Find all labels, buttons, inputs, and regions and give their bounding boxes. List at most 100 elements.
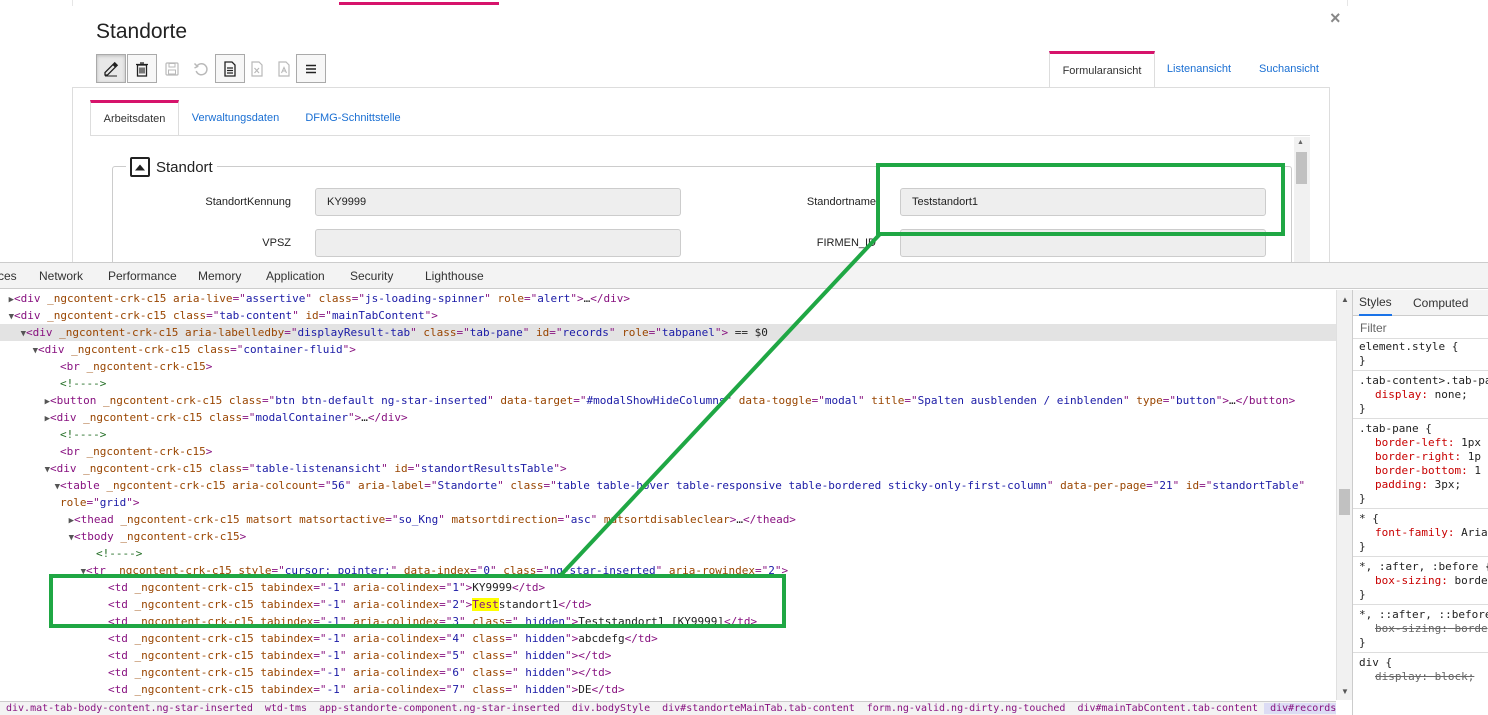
tab-verwaltungsdaten[interactable]: Verwaltungsdaten xyxy=(184,100,287,135)
breadcrumb-item[interactable]: div#standorteMainTab.tab-content xyxy=(656,703,861,714)
tab-styles[interactable]: Styles xyxy=(1359,290,1392,316)
css-declaration[interactable]: display: block; xyxy=(1375,670,1474,684)
vpsz-field[interactable] xyxy=(315,229,681,257)
dom-node[interactable]: <td _ngcontent-crk-c15 tabindex="-1" ari… xyxy=(0,596,592,613)
dom-node[interactable]: ▶<div _ngcontent-crk-c15 aria-live="asse… xyxy=(0,290,630,307)
breadcrumb-item[interactable]: div.bodyStyle xyxy=(566,703,656,714)
dom-node[interactable]: <!----> xyxy=(0,545,142,562)
excel-export-button[interactable] xyxy=(242,54,272,83)
close-icon[interactable]: × xyxy=(1330,8,1341,29)
edit-button[interactable] xyxy=(96,54,126,83)
tab-dfmg-schnittstelle[interactable]: DFMG-Schnittstelle xyxy=(294,100,412,135)
fieldset-legend: Standort xyxy=(126,154,217,180)
collapse-section-button[interactable] xyxy=(130,157,150,177)
page-title: Standorte xyxy=(96,20,188,43)
tab-computed[interactable]: Computed xyxy=(1413,290,1468,316)
scroll-down-arrow-icon[interactable]: ▼ xyxy=(1341,687,1349,696)
undo-icon xyxy=(193,62,208,75)
dom-node[interactable]: ▼<div _ngcontent-crk-c15 class="containe… xyxy=(0,341,356,358)
app-form-area: Standorte × Formularansicht Listenansich… xyxy=(0,0,1488,262)
dom-node[interactable]: <td _ngcontent-crk-c15 tabindex="-1" ari… xyxy=(0,647,611,664)
save-button[interactable] xyxy=(157,54,187,83)
css-declaration[interactable]: box-sizing: borde xyxy=(1375,574,1488,588)
css-declaration[interactable]: border-left: 1px xyxy=(1375,436,1481,450)
breadcrumb-item[interactable]: wtd-tms xyxy=(259,703,313,714)
form-scrollbar-thumb[interactable] xyxy=(1296,152,1307,184)
dom-node[interactable]: <td _ngcontent-crk-c15 tabindex="-1" ari… xyxy=(0,630,658,647)
delete-button[interactable] xyxy=(127,54,157,83)
dom-node[interactable]: <td _ngcontent-crk-c15 tabindex="-1" ari… xyxy=(0,579,545,596)
dom-node[interactable]: ▼<tbody _ngcontent-crk-c15> xyxy=(0,528,247,545)
dom-node[interactable]: ▼<table _ngcontent-crk-c15 aria-colcount… xyxy=(0,477,1306,494)
tab-sources[interactable]: ces xyxy=(0,263,17,289)
dom-node[interactable]: ▶<button _ngcontent-crk-c15 class="btn b… xyxy=(0,392,1296,409)
inner-tabs-baseline xyxy=(90,135,1310,136)
css-selector[interactable]: } xyxy=(1359,540,1366,554)
css-declaration[interactable]: border-right: 1p xyxy=(1375,450,1481,464)
edit-icon xyxy=(104,61,119,76)
tab-memory[interactable]: Memory xyxy=(198,263,241,289)
tab-security[interactable]: Security xyxy=(350,263,393,289)
standortname-field[interactable]: Teststandort1 xyxy=(900,188,1266,216)
breadcrumb-item[interactable]: app-standorte-component.ng-star-inserted xyxy=(313,703,566,714)
document-button[interactable] xyxy=(215,54,245,83)
breadcrumb-item[interactable]: div#records.tab-pane xyxy=(1264,703,1336,714)
css-selector[interactable]: element.style { xyxy=(1359,340,1458,354)
css-selector[interactable]: *, :after, :before { xyxy=(1359,560,1488,574)
css-selector[interactable]: } xyxy=(1359,354,1366,368)
breadcrumb-item[interactable]: div#mainTabContent.tab-content xyxy=(1071,703,1264,714)
dom-node[interactable]: <td _ngcontent-crk-c15 tabindex="-1" ari… xyxy=(0,613,757,630)
rule-separator xyxy=(1353,418,1488,419)
tab-formularansicht[interactable]: Formularansicht xyxy=(1049,51,1155,87)
dom-tree[interactable]: ▶<div _ngcontent-crk-c15 aria-live="asse… xyxy=(0,290,1336,700)
tab-suchansicht[interactable]: Suchansicht xyxy=(1248,51,1330,87)
css-selector[interactable]: } xyxy=(1359,636,1366,650)
dom-node[interactable]: ▼<div _ngcontent-crk-c15 class="table-li… xyxy=(0,460,567,477)
undo-button[interactable] xyxy=(186,54,216,83)
pdf-export-button[interactable] xyxy=(269,54,299,83)
dom-node-selected[interactable]: ▼<div _ngcontent-crk-c15 aria-labelledby… xyxy=(0,324,1336,341)
excel-icon xyxy=(251,60,263,77)
tab-lighthouse[interactable]: Lighthouse xyxy=(425,263,484,289)
styles-filter-input[interactable]: Filter xyxy=(1353,317,1488,339)
tab-network[interactable]: Network xyxy=(39,263,83,289)
dom-node[interactable]: <!----> xyxy=(0,426,106,443)
css-selector[interactable]: } xyxy=(1359,588,1366,602)
standortkennung-field[interactable]: KY9999 xyxy=(315,188,681,216)
dom-node[interactable]: <!----> xyxy=(0,375,106,392)
dom-node[interactable]: <td _ngcontent-crk-c15 tabindex="-1" ari… xyxy=(0,681,625,698)
dom-node[interactable]: <td _ngcontent-crk-c15 tabindex="-1" ari… xyxy=(0,698,539,700)
dom-node[interactable]: role="grid"> xyxy=(0,494,140,511)
css-declaration[interactable]: font-family: Aria xyxy=(1375,526,1488,540)
dom-node[interactable]: <br _ngcontent-crk-c15> xyxy=(0,358,212,375)
tab-performance[interactable]: Performance xyxy=(108,263,177,289)
scroll-up-arrow-icon[interactable]: ▲ xyxy=(1341,295,1349,304)
css-selector[interactable]: * { xyxy=(1359,512,1379,526)
dom-node[interactable]: ▼<tr _ngcontent-crk-c15 style="cursor: p… xyxy=(0,562,789,579)
css-declaration[interactable]: box-sizing: borde xyxy=(1375,622,1488,636)
css-declaration[interactable]: padding: 3px; xyxy=(1375,478,1461,492)
dom-tree-scrollbar-thumb[interactable] xyxy=(1339,489,1350,515)
css-selector[interactable]: } xyxy=(1359,492,1366,506)
css-selector[interactable]: div { xyxy=(1359,656,1392,670)
firmen-id-label: FIRMEN_ID xyxy=(816,237,876,249)
dom-node[interactable]: ▼<div _ngcontent-crk-c15 class="tab-cont… xyxy=(0,307,438,324)
css-selector[interactable]: .tab-content>.tab-pa xyxy=(1359,374,1488,388)
menu-button[interactable] xyxy=(296,54,326,83)
breadcrumb-item[interactable]: div.mat-tab-body-content.ng-star-inserte… xyxy=(0,703,259,714)
dom-node[interactable]: <br _ngcontent-crk-c15> xyxy=(0,443,212,460)
tab-arbeitsdaten[interactable]: Arbeitsdaten xyxy=(90,100,179,135)
firmen-id-field[interactable] xyxy=(900,229,1266,257)
css-selector[interactable]: .tab-pane { xyxy=(1359,422,1432,436)
dom-node[interactable]: <td _ngcontent-crk-c15 tabindex="-1" ari… xyxy=(0,664,611,681)
css-selector[interactable]: } xyxy=(1359,402,1366,416)
dom-node[interactable]: ▶<div _ngcontent-crk-c15 class="modalCon… xyxy=(0,409,408,426)
css-declaration[interactable]: border-bottom: 1 xyxy=(1375,464,1481,478)
tab-listenansicht[interactable]: Listenansicht xyxy=(1158,51,1240,87)
dom-node[interactable]: ▶<thead _ngcontent-crk-c15 matsort matso… xyxy=(0,511,796,528)
css-declaration[interactable]: display: none; xyxy=(1375,388,1468,402)
breadcrumb-item[interactable]: form.ng-valid.ng-dirty.ng-touched xyxy=(861,703,1072,714)
tab-application[interactable]: Application xyxy=(266,263,325,289)
css-selector[interactable]: *, ::after, ::before xyxy=(1359,608,1488,622)
scroll-up-arrow-icon[interactable]: ▲ xyxy=(1297,139,1304,146)
